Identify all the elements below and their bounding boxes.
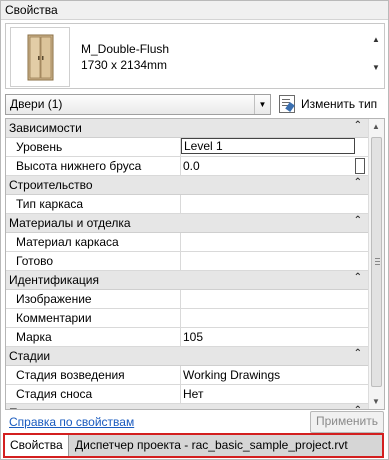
group-header[interactable]: Идентификация ⌃ <box>6 271 368 290</box>
column-divider <box>180 328 181 346</box>
column-divider <box>180 252 181 270</box>
group-header[interactable]: Строительство ⌃ <box>6 176 368 195</box>
property-label: Изображение <box>16 292 92 306</box>
apply-button[interactable]: Применить <box>310 411 384 433</box>
property-label: Стадия сноса <box>16 387 93 401</box>
column-divider <box>180 233 181 251</box>
group-header[interactable]: Прочее ⌃ <box>6 404 368 409</box>
column-divider <box>180 195 181 213</box>
type-size: 1730 x 2134mm <box>81 58 168 72</box>
property-label: Уровень <box>16 140 63 154</box>
property-row[interactable]: Стадия возведения Working Drawings <box>6 366 368 385</box>
selector-row: Двери (1) ▼ Изменить тип <box>5 94 383 116</box>
property-label: Марка <box>16 330 52 344</box>
properties-help-link[interactable]: Справка по свойствам <box>9 415 134 429</box>
column-divider <box>180 366 181 384</box>
bottom-tab-bar: Свойства Диспетчер проекта - rac_basic_s… <box>3 433 384 458</box>
properties-grid: Зависимости ⌃ Уровень Level 1 Высота нижнего… <box>5 118 385 410</box>
property-label: Высота нижнего бруса <box>16 159 142 173</box>
properties-grid-body: Зависимости ⌃ Уровень Level 1 Высота нижнего… <box>6 119 368 409</box>
property-value[interactable]: 0.0 <box>183 159 200 173</box>
tab-project-browser[interactable]: Диспетчер проекта - rac_basic_sample_pro… <box>70 435 353 456</box>
properties-panel: Свойства M_Double-Flush 1730 x 2134mm ▲ … <box>0 0 389 460</box>
property-label: Комментарии <box>16 311 92 325</box>
group-title: Материалы и отделка <box>9 216 131 230</box>
group-header[interactable]: Стадии ⌃ <box>6 347 368 366</box>
collapse-chevron-icon[interactable]: ⌃ <box>354 215 362 226</box>
property-row[interactable]: Изображение <box>6 290 368 309</box>
property-value-input[interactable]: Level 1 <box>181 138 355 154</box>
column-divider <box>180 290 181 308</box>
scrollbar-thumb[interactable] <box>371 137 382 387</box>
category-filter-value: Двери (1) <box>10 97 63 111</box>
group-title: Стадии <box>9 349 51 363</box>
properties-scrollbar[interactable]: ▲ ▼ <box>368 119 384 409</box>
column-divider <box>180 309 181 327</box>
property-value[interactable]: Нет <box>183 387 203 401</box>
property-row[interactable]: Уровень Level 1 <box>6 138 368 157</box>
property-label: Тип каркаса <box>16 197 84 211</box>
panel-title: Свойства <box>5 3 58 17</box>
property-label: Стадия возведения <box>16 368 125 382</box>
edit-type-button[interactable]: Изменить тип <box>277 94 383 114</box>
scroll-down-icon[interactable]: ▼ <box>372 63 380 72</box>
property-row[interactable]: Высота нижнего бруса 0.0 <box>6 157 368 176</box>
category-filter-dropdown[interactable]: Двери (1) ▼ <box>5 94 271 115</box>
group-title: Зависимости <box>9 121 82 135</box>
door-thumbnail-icon <box>10 27 70 87</box>
property-row[interactable]: Комментарии <box>6 309 368 328</box>
type-selector-scroll[interactable]: ▲ ▼ <box>370 27 382 85</box>
property-row[interactable]: Стадия сноса Нет <box>6 385 368 404</box>
tab-properties[interactable]: Свойства <box>5 435 69 456</box>
edit-type-label: Изменить тип <box>301 97 378 111</box>
property-row[interactable]: Марка 105 <box>6 328 368 347</box>
collapse-chevron-icon[interactable]: ⌃ <box>354 405 362 409</box>
scroll-up-icon[interactable]: ▲ <box>372 122 380 131</box>
chevron-down-icon[interactable]: ▼ <box>254 95 270 114</box>
scroll-down-icon[interactable]: ▼ <box>372 397 380 406</box>
property-row[interactable]: Готово <box>6 252 368 271</box>
property-value[interactable]: 105 <box>183 330 203 344</box>
scroll-up-icon[interactable]: ▲ <box>372 35 380 44</box>
collapse-chevron-icon[interactable]: ⌃ <box>354 348 362 359</box>
group-header[interactable]: Материалы и отделка ⌃ <box>6 214 368 233</box>
group-title: Прочее <box>9 406 50 409</box>
collapse-chevron-icon[interactable]: ⌃ <box>354 120 362 131</box>
type-name: M_Double-Flush <box>81 42 170 56</box>
property-label: Материал каркаса <box>16 235 119 249</box>
collapse-chevron-icon[interactable]: ⌃ <box>354 177 362 188</box>
property-row[interactable]: Тип каркаса <box>6 195 368 214</box>
property-value[interactable]: Working Drawings <box>183 368 280 382</box>
group-title: Идентификация <box>9 273 99 287</box>
property-row[interactable]: Материал каркаса <box>6 233 368 252</box>
group-title: Строительство <box>9 178 93 192</box>
group-header[interactable]: Зависимости ⌃ <box>6 119 368 138</box>
column-divider <box>180 385 181 403</box>
collapse-chevron-icon[interactable]: ⌃ <box>354 272 362 283</box>
panel-titlebar: Свойства <box>1 1 388 20</box>
column-divider <box>180 157 181 175</box>
edit-type-icon <box>279 95 295 113</box>
type-selector[interactable]: M_Double-Flush 1730 x 2134mm ▲ ▼ <box>5 23 385 89</box>
property-label: Готово <box>16 254 54 268</box>
value-checkbox[interactable] <box>355 158 365 174</box>
